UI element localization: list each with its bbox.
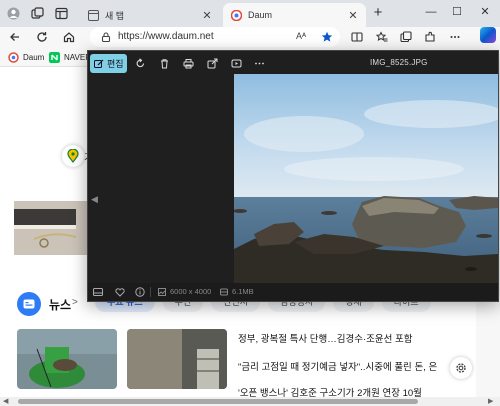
edit-pencil-icon [94,59,104,68]
new-tab-button[interactable]: + [370,5,386,21]
print-icon[interactable] [181,56,195,70]
more-options-icon[interactable] [447,29,463,45]
tab-title: Daum [248,10,273,20]
scrollbar-thumb[interactable] [18,399,418,404]
delete-icon[interactable] [157,56,171,70]
news-headline[interactable]: '오픈 뱅스나' 김호준 구소기가 2개원 연장 10월 [238,385,448,397]
close-window-button[interactable]: ✕ [476,4,494,20]
previous-photo-icon[interactable]: ◀ [91,194,98,205]
scroll-left-arrow-icon[interactable]: ◀ [3,397,8,406]
tab-new-tab[interactable]: 새 탭 ✕ [80,3,220,27]
news-headline[interactable]: "금리 고점일 때 정기예금 넣자"..시중에 풀린 돈, 은 [238,359,448,373]
navigation-toolbar: https://www.daum.net Aᴬ [0,27,500,47]
image-size-icon [158,287,166,296]
viewer-status-bar: 6000 x 4000 6.1MB [88,283,498,301]
maximize-button[interactable]: ☐ [448,4,466,20]
info-icon[interactable] [134,286,146,298]
news-thumbnail[interactable] [17,329,117,389]
split-screen-icon[interactable] [349,29,365,45]
gear-icon [456,363,466,373]
favorite-star-icon[interactable] [321,31,333,43]
bookmark-label: Daum [23,52,45,62]
bookmark-naver[interactable]: NAVER [49,51,91,63]
page-settings-button[interactable] [450,357,472,379]
daum-favicon-icon [231,9,242,21]
story-thumbnail[interactable] [14,201,88,255]
photo-filename: IMG_8525.JPG [370,58,428,67]
profile-icon[interactable] [6,6,21,21]
tab-bar: 새 탭 ✕ Daum ✕ + — ☐ ✕ [0,0,500,27]
naver-favicon-icon [49,51,60,63]
horizontal-scrollbar[interactable]: ◀ ▶ [0,397,500,406]
close-tab-icon[interactable]: ✕ [202,9,212,22]
minimize-button[interactable]: — [422,4,440,20]
location-pin-icon[interactable] [62,145,84,167]
viewer-toolbar: 편집 IMG_8525.JPG [88,51,498,75]
lock-icon[interactable] [101,32,111,42]
collections-icon[interactable] [398,29,414,45]
slideshow-icon[interactable] [229,56,243,70]
news-section-title[interactable]: 뉴스 [49,296,71,313]
edit-button[interactable]: 편집 [90,54,127,73]
news-more-chevron[interactable]: > [72,297,78,308]
resolution-text: 6000 x 4000 [170,287,212,296]
scroll-right-arrow-icon[interactable]: ▶ [488,397,493,406]
filmstrip-toggle-icon[interactable] [92,286,104,298]
back-icon[interactable] [7,29,23,45]
close-tab-icon[interactable]: ✕ [348,9,358,22]
filmstrip-area: ◀ [88,75,234,283]
bookmark-daum[interactable]: Daum [8,51,44,63]
share-icon[interactable] [205,56,219,70]
photo-viewer-window: 편집 IMG_8525.JPG ◀ 6000 x 4000 6.1MB [87,50,499,302]
news-logo-icon[interactable] [17,292,41,316]
refresh-icon[interactable] [34,29,50,45]
more-options-icon[interactable] [252,56,266,70]
resolution-info: 6000 x 4000 [158,287,211,296]
extensions-icon[interactable] [422,29,438,45]
favorite-heart-icon[interactable] [114,286,126,298]
storage-icon [220,288,228,295]
tab-daum[interactable]: Daum ✕ [223,3,366,27]
url-text: https://www.daum.net [118,31,214,42]
status-divider [150,287,151,297]
read-aloud-icon[interactable]: Aᴬ [296,31,306,41]
home-icon[interactable] [61,29,77,45]
workspaces-icon[interactable] [30,6,45,21]
copilot-icon[interactable] [480,27,496,43]
favorites-icon[interactable] [374,29,390,45]
vertical-tabs-icon[interactable] [54,6,69,21]
tab-title: 새 탭 [105,10,125,21]
news-thumbnail[interactable] [127,329,227,389]
rotate-icon[interactable] [133,56,147,70]
filesize-text: 6.1MB [232,287,254,296]
new-tab-page-icon [88,9,99,21]
daum-favicon-icon [8,51,19,63]
news-headline[interactable]: 정부, 광복절 특사 단행…김경수·조윤선 포함 [238,331,448,345]
edit-label: 편집 [107,59,124,69]
photo-image [234,74,498,283]
filesize-info: 6.1MB [220,287,254,296]
address-bar[interactable]: https://www.daum.net Aᴬ [90,27,340,47]
